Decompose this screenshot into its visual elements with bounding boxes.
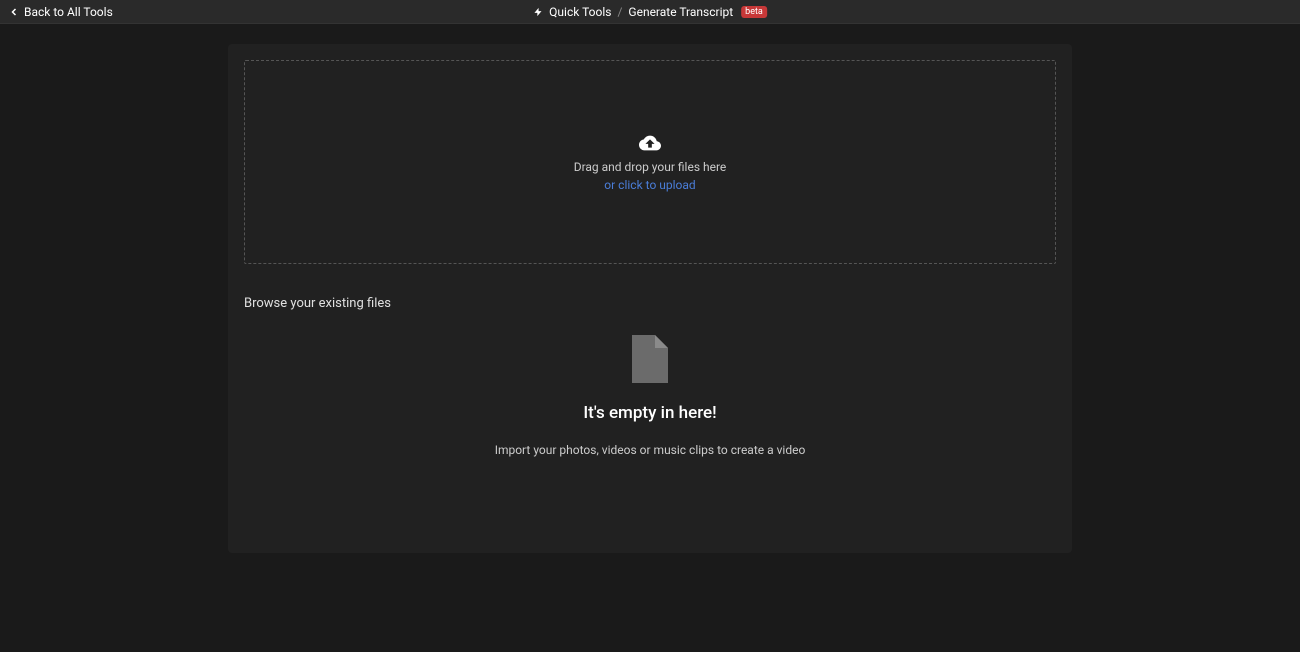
cloud-upload-icon	[636, 132, 664, 154]
empty-state-subtitle: Import your photos, videos or music clip…	[495, 443, 806, 457]
lightning-icon	[533, 7, 543, 17]
file-icon	[632, 335, 668, 383]
content-panel: Drag and drop your files here or click t…	[228, 44, 1072, 553]
empty-state-title: It's empty in here!	[583, 403, 716, 423]
breadcrumb: Quick Tools / Generate Transcript beta	[533, 5, 767, 19]
content-wrapper: Drag and drop your files here or click t…	[0, 24, 1300, 553]
dropzone-upload-link[interactable]: or click to upload	[604, 178, 695, 192]
breadcrumb-separator: /	[617, 5, 622, 19]
beta-badge: beta	[741, 6, 767, 18]
breadcrumb-root[interactable]: Quick Tools	[549, 5, 611, 19]
back-to-tools-button[interactable]: Back to All Tools	[8, 5, 113, 19]
back-label: Back to All Tools	[24, 5, 113, 19]
file-dropzone[interactable]: Drag and drop your files here or click t…	[244, 60, 1056, 264]
breadcrumb-current: Generate Transcript	[628, 5, 733, 19]
chevron-left-icon	[8, 6, 20, 18]
dropzone-main-text: Drag and drop your files here	[574, 160, 727, 174]
browse-heading: Browse your existing files	[244, 296, 1056, 311]
empty-state: It's empty in here! Import your photos, …	[244, 335, 1056, 537]
header-bar: Back to All Tools Quick Tools / Generate…	[0, 0, 1300, 24]
